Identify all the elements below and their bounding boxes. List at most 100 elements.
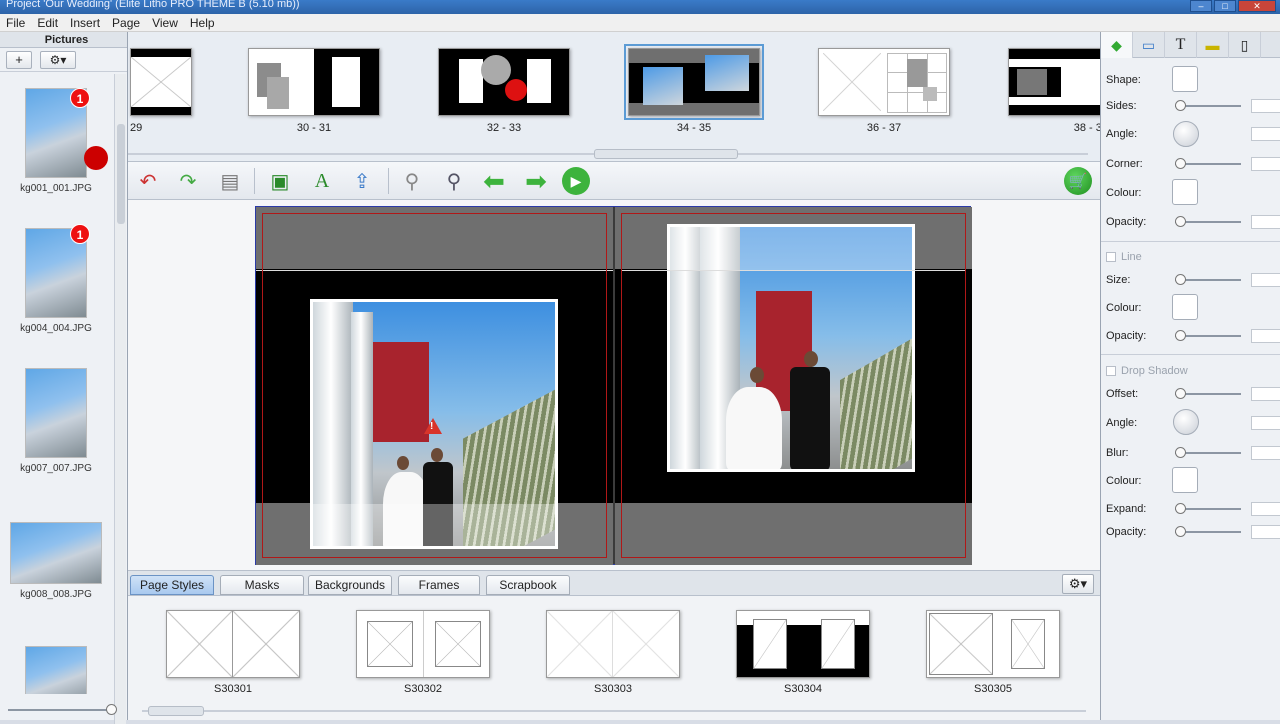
picture-item[interactable]: kg007_007.JPG	[0, 368, 112, 474]
spread-thumbnail[interactable]: 38 - 39	[1008, 48, 1100, 134]
scroll-thumb[interactable]	[148, 706, 204, 716]
gear-menu-button[interactable]: ⚙▾	[40, 50, 76, 69]
tab-frames[interactable]: Frames	[398, 575, 480, 595]
spread-strip-scrollbar[interactable]	[128, 148, 1100, 160]
title-bar: Project 'Our Wedding' (Elite Litho PRO T…	[0, 0, 1280, 14]
corner-value[interactable]	[1251, 157, 1280, 171]
tab-page-styles[interactable]: Page Styles	[130, 575, 214, 595]
redo-icon[interactable]: ↷	[174, 167, 202, 195]
shadow-colour-label: Colour:	[1106, 475, 1142, 487]
tab-masks[interactable]: Masks	[220, 575, 304, 595]
page-style-label: S30301	[214, 683, 252, 695]
spread-thumbnail[interactable]: 30 - 31	[248, 48, 380, 134]
page-style-item[interactable]: S30304	[736, 610, 870, 695]
line-size-value[interactable]	[1251, 273, 1280, 287]
text-tool-icon[interactable]: T	[1165, 32, 1197, 58]
cart-icon[interactable]: 🛒	[1064, 167, 1092, 195]
shape-tool-icon[interactable]: ◆	[1101, 32, 1133, 58]
spread-thumbnail-selected[interactable]: 34 - 35	[624, 44, 764, 134]
drop-shadow-section[interactable]: Drop Shadow	[1106, 365, 1188, 377]
shadow-angle-value[interactable]	[1251, 416, 1280, 430]
picture-item[interactable]: kg008_008.JPG	[0, 522, 112, 600]
menu-insert[interactable]: Insert	[64, 14, 106, 31]
ruler-icon[interactable]: ▬	[1197, 32, 1229, 58]
sides-value[interactable]	[1251, 99, 1280, 113]
pictures-scrollbar[interactable]	[114, 74, 126, 724]
menu-page[interactable]: Page	[106, 14, 146, 31]
line-colour-swatch[interactable]	[1172, 294, 1198, 320]
angle-dial[interactable]	[1173, 121, 1199, 147]
page-icon[interactable]: ▯	[1229, 32, 1261, 58]
scroll-thumb[interactable]	[594, 149, 738, 159]
zoom-in-icon[interactable]: ⚲	[440, 167, 468, 195]
minimize-button[interactable]: –	[1190, 0, 1212, 12]
add-picture-button[interactable]: +	[6, 50, 32, 69]
shadow-opacity-value[interactable]	[1251, 525, 1280, 539]
page-spread[interactable]: !	[255, 206, 972, 565]
opacity-slider[interactable]	[1175, 216, 1241, 228]
picture-filename: kg004_004.JPG	[20, 323, 92, 334]
next-icon[interactable]: ➡	[522, 166, 550, 196]
left-page[interactable]: !	[256, 207, 613, 565]
spread-label: 36 - 37	[866, 122, 902, 134]
close-button[interactable]: ✕	[1238, 0, 1276, 12]
menu-file[interactable]: File	[0, 14, 31, 31]
page-style-item[interactable]: S30301	[166, 610, 300, 695]
add-picture-icon[interactable]: ▣	[266, 167, 294, 195]
line-section[interactable]: Line	[1106, 251, 1142, 263]
menu-edit[interactable]: Edit	[31, 14, 64, 31]
shadow-opacity-slider[interactable]	[1175, 526, 1241, 538]
picture-thumbnail[interactable]	[25, 368, 87, 458]
frame-tool-icon[interactable]: ▭	[1133, 32, 1165, 58]
sides-slider[interactable]	[1175, 100, 1241, 112]
line-opacity-slider[interactable]	[1175, 330, 1241, 342]
picture-item[interactable]: 1 kg001_001.JPG	[0, 88, 112, 194]
right-page[interactable]	[615, 207, 972, 565]
tab-scrapbook[interactable]: Scrapbook	[486, 575, 570, 595]
shadow-angle-dial[interactable]	[1173, 409, 1199, 435]
page-style-item[interactable]: S30303	[546, 610, 680, 695]
picture-item[interactable]: 1 kg004_004.JPG	[0, 224, 112, 334]
spread-thumbnail[interactable]: 29	[130, 48, 192, 134]
picture-thumbnail[interactable]	[10, 522, 102, 584]
previous-icon[interactable]: ⬅	[480, 166, 508, 196]
spread-thumbnail[interactable]: 36 - 37	[818, 48, 950, 134]
scroll-thumb[interactable]	[117, 124, 125, 224]
shadow-expand-value[interactable]	[1251, 502, 1280, 516]
add-text-icon[interactable]: A	[308, 167, 336, 195]
spread-thumbnail[interactable]: 32 - 33	[438, 48, 570, 134]
zoom-out-icon[interactable]: ⚲	[398, 167, 426, 195]
page-style-item[interactable]: S30305	[926, 610, 1060, 695]
shadow-blur-value[interactable]	[1251, 446, 1280, 460]
shadow-expand-slider[interactable]	[1175, 503, 1241, 515]
shadow-offset-slider[interactable]	[1175, 388, 1241, 400]
picture-item[interactable]	[0, 646, 112, 694]
maximize-button[interactable]: □	[1214, 0, 1236, 12]
menu-view[interactable]: View	[146, 14, 184, 31]
opacity-value[interactable]	[1251, 215, 1280, 229]
page-style-item[interactable]: S30302	[356, 610, 490, 695]
menu-help[interactable]: Help	[184, 14, 221, 31]
usage-badge: 1	[70, 88, 90, 108]
shape-picker[interactable]	[1172, 66, 1198, 92]
angle-value[interactable]	[1251, 127, 1280, 141]
corner-slider[interactable]	[1175, 158, 1241, 170]
shadow-blur-slider[interactable]	[1175, 447, 1241, 459]
line-size-slider[interactable]	[1175, 274, 1241, 286]
slider-knob[interactable]	[106, 704, 117, 715]
drop-shadow-checkbox[interactable]	[1106, 366, 1116, 376]
gear-icon[interactable]: ⚙▾	[1062, 574, 1094, 594]
shadow-colour-swatch[interactable]	[1172, 467, 1198, 493]
save-icon[interactable]: ▤	[216, 167, 244, 195]
picture-thumbnail[interactable]	[25, 646, 87, 694]
tab-backgrounds[interactable]: Backgrounds	[308, 575, 392, 595]
export-icon[interactable]: ⇪	[348, 167, 376, 195]
shadow-offset-value[interactable]	[1251, 387, 1280, 401]
undo-icon[interactable]: ↶	[134, 167, 162, 195]
line-checkbox[interactable]	[1106, 252, 1116, 262]
colour-swatch[interactable]	[1172, 179, 1198, 205]
styles-scrollbar[interactable]	[142, 706, 1086, 716]
thumbnail-size-slider[interactable]	[8, 704, 117, 716]
line-opacity-value[interactable]	[1251, 329, 1280, 343]
play-icon[interactable]: ▶	[562, 167, 590, 195]
